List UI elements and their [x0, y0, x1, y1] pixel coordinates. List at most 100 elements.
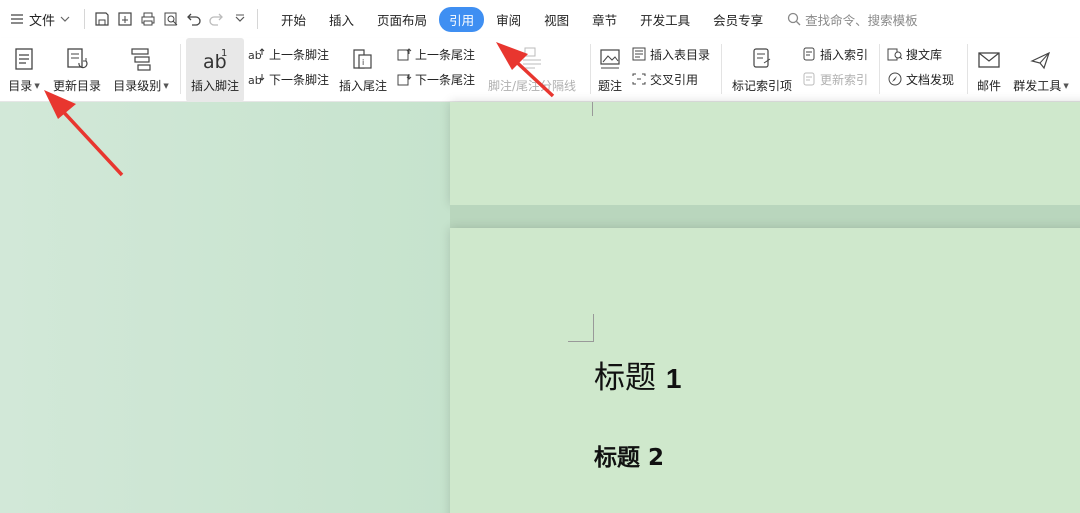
search-library-button[interactable]: 搜文库	[887, 44, 942, 64]
svg-text:1: 1	[221, 48, 227, 59]
doc-discovery-button[interactable]: 文档发现	[887, 69, 954, 89]
insert-endnote-button[interactable]: i 插入尾注	[337, 38, 389, 102]
search-library-label: 搜文库	[906, 47, 943, 62]
group-tools-label: 群发工具	[1013, 79, 1062, 93]
caption-label: 题注	[597, 79, 622, 93]
next-footnote-button[interactable]: ab 下一条脚注	[248, 69, 329, 89]
svg-text:ab: ab	[248, 49, 262, 61]
tab-7[interactable]: 开发工具	[629, 7, 701, 32]
undo-icon[interactable]	[183, 8, 205, 30]
tab-0[interactable]: 开始	[270, 7, 317, 32]
menu-bar: 文件 开始 插入 页面布局 引用 审阅 视图 章节 开发工具 会员专享 查找命令、搜索模板	[0, 0, 1080, 38]
insert-table-of-figures-button[interactable]: 插入表目录	[631, 44, 710, 64]
insert-index-icon	[803, 47, 815, 61]
tab-1[interactable]: 插入	[318, 7, 365, 32]
print-icon[interactable]	[137, 8, 159, 30]
heading-2[interactable]: 标题 2	[594, 438, 664, 472]
prev-endnote-icon	[397, 48, 412, 61]
toc-icon	[15, 48, 33, 70]
page-gap	[450, 205, 1080, 228]
chevron-down-icon	[60, 16, 70, 22]
next-footnote-icon: ab	[248, 74, 265, 86]
svg-text:i: i	[362, 58, 364, 67]
update-toc-button[interactable]: 更新目录	[50, 38, 104, 102]
prev-footnote-icon: ab	[248, 48, 265, 61]
search-placeholder: 查找命令、搜索模板	[805, 12, 918, 28]
insert-footnote-label: 插入脚注	[190, 79, 239, 93]
mark-index-entry-label: 标记索引项	[731, 79, 792, 93]
ribbon-references: 目录 ▼ 更新目录 目录级别 ▼ ab 1 插入脚注 ab 上一条脚注 ab 下一条脚…	[0, 38, 1080, 102]
customize-toolbar-icon[interactable]	[229, 8, 251, 30]
toc-level-label: 目录级别	[113, 79, 162, 93]
document-page[interactable]	[450, 102, 1080, 205]
redo-icon[interactable]	[206, 8, 228, 30]
caption-button[interactable]: 题注	[595, 38, 625, 102]
insert-footnote-button[interactable]: ab 1 插入脚注	[186, 38, 244, 102]
divider	[257, 9, 259, 29]
tab-3[interactable]: 引用	[439, 6, 485, 32]
tab-4[interactable]: 审阅	[485, 7, 532, 32]
mail-label: 邮件	[976, 79, 1001, 93]
endnote-icon: i	[353, 49, 372, 69]
update-toc-icon	[67, 48, 88, 69]
caret-icon: ▼	[163, 81, 169, 90]
update-index-label: 更新索引	[820, 72, 869, 87]
cross-reference-icon	[632, 73, 646, 85]
group-send-icon	[1030, 51, 1051, 70]
svg-text:ab: ab	[248, 74, 262, 86]
save-icon[interactable]	[91, 8, 113, 30]
tab-5[interactable]: 视图	[533, 7, 580, 32]
caret-icon: ▼	[1063, 81, 1069, 90]
prev-footnote-label: 上一条脚注	[269, 47, 330, 62]
insert-index-label: 插入索引	[820, 47, 869, 62]
prev-footnote-button[interactable]: ab 上一条脚注	[248, 44, 329, 64]
page-corner-mark	[568, 314, 594, 342]
divider	[180, 44, 181, 94]
insert-index-button[interactable]: 插入索引	[801, 44, 868, 64]
command-search[interactable]: 查找命令、搜索模板	[787, 10, 918, 29]
next-endnote-button[interactable]: 下一条尾注	[396, 69, 475, 89]
insert-endnote-label: 插入尾注	[338, 79, 387, 93]
cross-reference-button[interactable]: 交叉引用	[631, 69, 698, 89]
toc-button[interactable]: 目录 ▼	[6, 38, 42, 102]
next-endnote-icon	[397, 74, 412, 86]
hamburger-icon	[11, 14, 23, 24]
note-separator-button[interactable]: 脚注/尾注分隔线	[485, 38, 579, 102]
divider	[84, 9, 86, 29]
page-corner-mark	[592, 102, 593, 116]
caption-icon	[600, 49, 620, 69]
quick-access-toolbar	[91, 8, 251, 30]
export-pdf-icon[interactable]	[114, 8, 136, 30]
mark-index-entry-button[interactable]: 标记索引项	[729, 38, 795, 102]
mail-button[interactable]: 邮件	[974, 38, 1004, 102]
heading-1[interactable]: 标题 1	[594, 352, 681, 397]
divider	[879, 44, 880, 94]
toc-level-button[interactable]: 目录级别 ▼	[110, 38, 172, 102]
update-index-button[interactable]: 更新索引	[801, 69, 868, 89]
file-menu[interactable]: 文件	[0, 0, 78, 38]
update-toc-label: 更新目录	[52, 79, 101, 93]
tab-8[interactable]: 会员专享	[702, 7, 774, 32]
insert-table-of-figures-label: 插入表目录	[650, 47, 711, 62]
toc-label: 目录	[8, 79, 33, 93]
table-of-figures-icon	[632, 47, 646, 61]
tab-2[interactable]: 页面布局	[366, 7, 438, 32]
ribbon-tabs: 开始 插入 页面布局 引用 审阅 视图 章节 开发工具 会员专享	[270, 6, 775, 32]
group-tools-button[interactable]: 群发工具 ▼	[1010, 38, 1072, 102]
compass-icon	[888, 72, 902, 86]
cross-reference-label: 交叉引用	[650, 72, 699, 87]
update-index-icon	[803, 72, 815, 86]
caret-icon: ▼	[34, 81, 40, 90]
search-icon	[788, 12, 801, 26]
footnote-icon: ab1	[203, 48, 227, 72]
print-preview-icon[interactable]	[160, 8, 182, 30]
prev-endnote-button[interactable]: 上一条尾注	[396, 44, 475, 64]
prev-endnote-label: 上一条尾注	[415, 47, 476, 62]
document-page[interactable]	[450, 228, 1080, 513]
toc-level-icon	[131, 48, 151, 71]
separator-icon	[523, 47, 541, 69]
tab-6[interactable]: 章节	[581, 7, 628, 32]
mail-icon	[978, 52, 1000, 68]
file-menu-label: 文件	[29, 13, 56, 29]
mark-index-icon	[753, 48, 771, 68]
